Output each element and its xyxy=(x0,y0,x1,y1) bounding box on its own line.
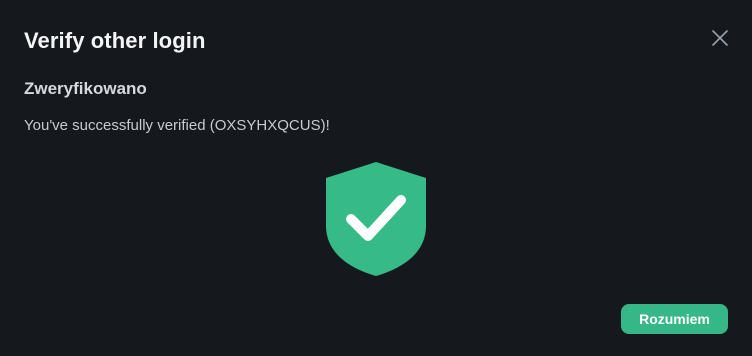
verify-login-dialog: Verify other login Zweryfikowano You've … xyxy=(0,0,752,356)
close-button[interactable] xyxy=(708,28,732,52)
dialog-title: Verify other login xyxy=(24,28,206,53)
confirm-button[interactable]: Rozumiem xyxy=(621,304,728,334)
verification-message: You've successfully verified (OXSYHXQCUS… xyxy=(24,117,330,134)
verification-status-heading: Zweryfikowano xyxy=(24,79,147,98)
close-icon xyxy=(712,29,728,51)
shield-check-icon xyxy=(324,160,428,278)
